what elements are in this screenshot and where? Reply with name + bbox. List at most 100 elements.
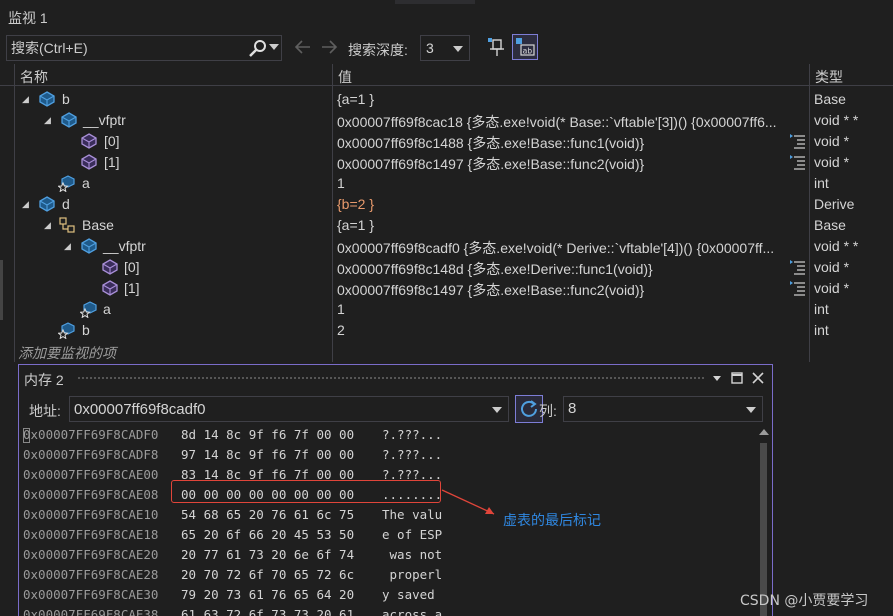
- arrow-right-icon[interactable]: [318, 37, 340, 57]
- close-icon[interactable]: [750, 370, 766, 386]
- row-name: b: [82, 322, 90, 338]
- object-icon: [39, 196, 55, 212]
- search-depth-value: 3: [426, 40, 434, 56]
- add-watch-placeholder[interactable]: 添加要监视的项: [18, 343, 116, 363]
- pin-icon[interactable]: [486, 36, 508, 58]
- row-type: int: [814, 175, 829, 191]
- row-type: void *: [814, 259, 850, 275]
- row-type: int: [814, 322, 829, 338]
- maximize-icon[interactable]: [729, 370, 745, 386]
- memory-window-title-bar[interactable]: 内存 2: [19, 365, 772, 391]
- row-name: [0]: [104, 133, 120, 149]
- add-watch-row[interactable]: 添加要监视的项: [0, 341, 893, 362]
- chevron-down-icon[interactable]: [269, 44, 279, 50]
- chevron-down-icon: [453, 46, 463, 52]
- row-value[interactable]: 0x00007ff69f8cac18 {多态.exe!void(* Base::…: [337, 112, 807, 132]
- row-value[interactable]: 2: [337, 322, 807, 338]
- row-name: [0]: [124, 259, 140, 275]
- row-type: void *: [814, 154, 850, 170]
- search-input[interactable]: [11, 38, 241, 58]
- object-icon: [81, 238, 97, 254]
- object-icon: [61, 112, 77, 128]
- search-icon[interactable]: [247, 39, 267, 57]
- field-icon: [58, 175, 75, 192]
- watch-row[interactable]: [0] 0x00007ff69f8c1488 {多态.exe!Base::fun…: [0, 131, 893, 152]
- row-type: Base: [814, 91, 846, 107]
- visualizer-icon[interactable]: [789, 154, 807, 170]
- field-icon: [80, 301, 97, 318]
- row-type: int: [814, 301, 829, 317]
- expanded-arrow-icon[interactable]: ◢: [64, 241, 71, 252]
- row-name: a: [82, 175, 90, 191]
- watch-row[interactable]: a 1 int: [0, 173, 893, 194]
- pointer-icon: [81, 154, 97, 170]
- search-depth-label: 搜索深度:: [348, 42, 408, 58]
- memory-vertical-scrollbar[interactable]: [755, 425, 773, 616]
- expanded-arrow-icon[interactable]: ◢: [44, 115, 51, 126]
- row-type: void * *: [814, 112, 859, 128]
- watch-window-title-bar: 监视 1: [0, 0, 893, 32]
- column-header-value[interactable]: 值: [338, 67, 352, 87]
- watch-row[interactable]: ◢ d {b=2 } Derive: [0, 194, 893, 215]
- search-box[interactable]: [6, 35, 282, 61]
- annotation-text: 虚表的最后标记: [503, 513, 601, 529]
- scroll-up-icon[interactable]: [759, 429, 769, 435]
- row-name: a: [103, 301, 111, 317]
- expanded-arrow-icon[interactable]: ◢: [22, 199, 29, 210]
- row-value[interactable]: 0x00007ff69f8cadf0 {多态.exe!void(* Derive…: [337, 238, 807, 258]
- watch-row[interactable]: ◢ Base {a=1 } Base: [0, 215, 893, 236]
- row-value[interactable]: 0x00007ff69f8c1488 {多态.exe!Base::func1(v…: [337, 133, 807, 153]
- column-header-name[interactable]: 名称: [20, 67, 48, 87]
- row-value[interactable]: {a=1 }: [337, 91, 807, 107]
- watch-toolbar: 搜索深度: 3 ab: [0, 33, 893, 63]
- row-type: void *: [814, 133, 850, 149]
- row-value[interactable]: 1: [337, 301, 807, 317]
- watch-row[interactable]: ◢ __vfptr 0x00007ff69f8cadf0 {多态.exe!voi…: [0, 236, 893, 257]
- row-name: [1]: [104, 154, 120, 170]
- memory-window-title: 内存 2: [24, 372, 64, 388]
- visualizer-icon[interactable]: [789, 259, 807, 275]
- visualizer-icon[interactable]: [789, 280, 807, 296]
- watch-row[interactable]: ◢ __vfptr 0x00007ff69f8cac18 {多态.exe!voi…: [0, 110, 893, 131]
- row-type: void *: [814, 280, 850, 296]
- expanded-arrow-icon[interactable]: ◢: [22, 94, 29, 105]
- chevron-down-icon[interactable]: [492, 407, 502, 413]
- chevron-down-icon: [746, 407, 756, 413]
- row-name: [1]: [124, 280, 140, 296]
- row-value[interactable]: 0x00007ff69f8c1497 {多态.exe!Base::func2(v…: [337, 154, 807, 174]
- search-depth-select[interactable]: 3: [420, 35, 470, 61]
- expanded-arrow-icon[interactable]: ◢: [44, 220, 51, 231]
- background-tab-strip: [395, 0, 475, 4]
- watch-row[interactable]: b 2 int: [0, 320, 893, 341]
- row-value[interactable]: {a=1 }: [337, 217, 807, 233]
- columns-select[interactable]: 8: [563, 396, 763, 422]
- pointer-icon: [81, 133, 97, 149]
- drag-grip[interactable]: [77, 376, 705, 381]
- watch-row[interactable]: [1] 0x00007ff69f8c1497 {多态.exe!Base::fun…: [0, 278, 893, 299]
- row-value[interactable]: 1: [337, 175, 807, 191]
- window-menu-icon[interactable]: [709, 370, 725, 386]
- row-name: __vfptr: [103, 238, 146, 254]
- address-input[interactable]: [74, 399, 474, 419]
- watch-row[interactable]: a 1 int: [0, 299, 893, 320]
- row-type: Derive: [814, 196, 855, 212]
- field-icon: [58, 322, 75, 339]
- column-header-type[interactable]: 类型: [815, 67, 843, 87]
- watch-row[interactable]: [0] 0x00007ff69f8c148d {多态.exe!Derive::f…: [0, 257, 893, 278]
- watch-window-title: 监视 1: [8, 10, 48, 26]
- hex-icon: ab: [516, 38, 535, 56]
- watch-row[interactable]: [1] 0x00007ff69f8c1497 {多态.exe!Base::fun…: [0, 152, 893, 173]
- row-type: Base: [814, 217, 846, 233]
- watch-grid: 名称 值 类型 ◢ b {a=1 } Base ◢ __vfptr 0x0000…: [0, 64, 893, 362]
- arrow-left-icon[interactable]: [292, 37, 314, 57]
- row-value[interactable]: {b=2 }: [337, 196, 807, 212]
- address-combobox[interactable]: [69, 396, 509, 422]
- row-value[interactable]: 0x00007ff69f8c1497 {多态.exe!Base::func2(v…: [337, 280, 807, 300]
- hex-display-toggle[interactable]: ab: [512, 34, 538, 60]
- row-value[interactable]: 0x00007ff69f8c148d {多态.exe!Derive::func1…: [337, 259, 807, 279]
- memory-dump[interactable]: 0x00007FF69F8CADF0 8d 14 8c 9f f6 7f 00 0…: [19, 425, 759, 616]
- address-label: 地址:: [29, 403, 61, 419]
- watch-row[interactable]: ◢ b {a=1 } Base: [0, 89, 893, 110]
- grid-header: 名称 值 类型: [0, 64, 893, 86]
- visualizer-icon[interactable]: [789, 133, 807, 149]
